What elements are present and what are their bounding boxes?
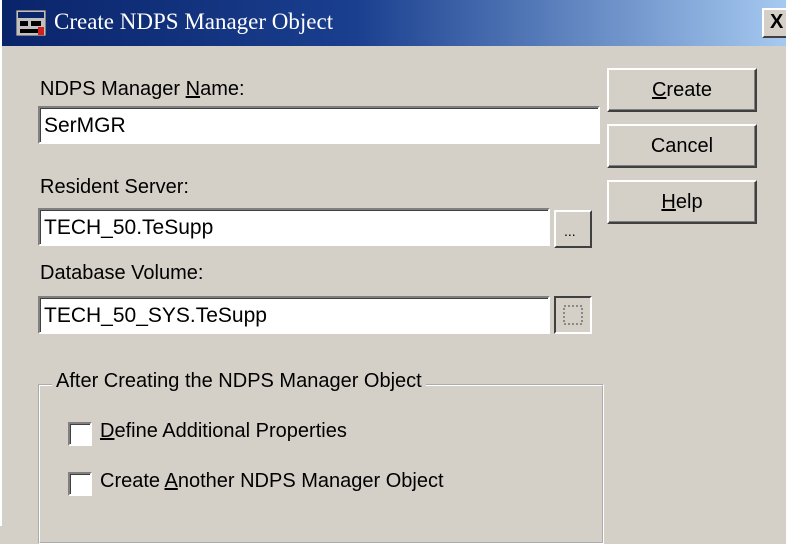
- resident-server-input[interactable]: TECH_50.TeSupp: [38, 208, 550, 246]
- resident-server-label: Resident Server:: [40, 176, 189, 198]
- after-creating-group: [38, 384, 604, 544]
- manager-name-label-suffix: ame:: [200, 78, 245, 100]
- browse-icon: [563, 305, 583, 325]
- define-properties-checkbox[interactable]: [68, 422, 92, 446]
- close-button[interactable]: X: [762, 8, 786, 38]
- manager-name-label-text: NDPS Manager: [40, 78, 186, 100]
- create-ndps-manager-dialog: Create NDPS Manager Object X NDPS Manage…: [0, 0, 786, 544]
- after-creating-group-legend: After Creating the NDPS Manager Object: [52, 370, 426, 393]
- create-another-label[interactable]: Create Another NDPS Manager Object: [100, 470, 444, 493]
- create-another-label-prefix: Create: [100, 470, 165, 492]
- manager-name-input[interactable]: SerMGR: [38, 106, 600, 144]
- app-icon: [16, 10, 46, 36]
- manager-name-label-key: N: [185, 78, 201, 100]
- resident-server-browse-button[interactable]: ...: [554, 210, 592, 248]
- database-volume-input[interactable]: TECH_50_SYS.TeSupp: [38, 296, 550, 334]
- define-properties-label-key: D: [100, 420, 115, 442]
- cancel-button[interactable]: Cancel: [607, 124, 757, 168]
- title-bar[interactable]: Create NDPS Manager Object X: [2, 0, 786, 46]
- create-another-label-key: A: [164, 470, 178, 492]
- window-title: Create NDPS Manager Object: [54, 9, 334, 34]
- database-volume-label: Database Volume:: [40, 262, 204, 284]
- database-volume-browse-button[interactable]: [554, 296, 592, 334]
- create-button-text: reate: [666, 79, 713, 101]
- help-button-key: H: [661, 191, 676, 213]
- create-button[interactable]: Create: [607, 68, 757, 112]
- create-another-label-text: nother NDPS Manager Object: [177, 470, 444, 492]
- define-properties-label-text: efine Additional Properties: [114, 420, 347, 442]
- define-properties-label[interactable]: Define Additional Properties: [100, 420, 347, 443]
- help-button[interactable]: Help: [607, 180, 757, 224]
- create-another-checkbox[interactable]: [68, 472, 92, 496]
- manager-name-label: NDPS Manager Name:: [40, 78, 245, 101]
- help-button-text: elp: [675, 191, 703, 213]
- create-button-key: C: [651, 79, 667, 101]
- browse-ellipsis: ...: [564, 223, 576, 239]
